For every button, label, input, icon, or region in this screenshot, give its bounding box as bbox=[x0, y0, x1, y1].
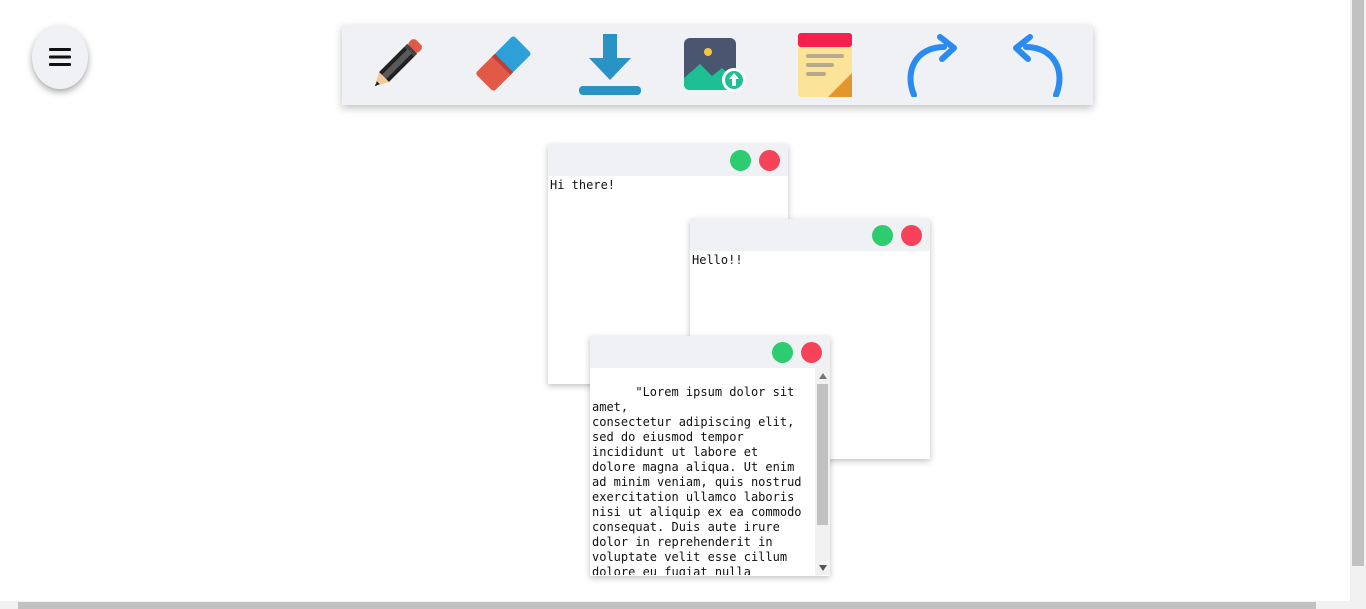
pencil-icon bbox=[374, 39, 422, 87]
note-header[interactable] bbox=[690, 219, 930, 251]
note-close-button[interactable] bbox=[901, 225, 922, 246]
undo-icon bbox=[1013, 34, 1063, 97]
note-text-area[interactable]: Hi there! bbox=[548, 176, 788, 195]
sticky-note-window[interactable]: "Lorem ipsum dolor sit amet, consectetur… bbox=[590, 336, 830, 576]
note-text-area[interactable]: "Lorem ipsum dolor sit amet, consectetur… bbox=[590, 368, 830, 575]
note-header[interactable] bbox=[548, 144, 788, 176]
page-horizontal-scrollbar-thumb[interactable] bbox=[18, 602, 1316, 609]
note-color-button[interactable] bbox=[772, 342, 793, 363]
toolbar bbox=[342, 25, 1093, 105]
note-scrollbar[interactable] bbox=[815, 368, 830, 575]
note-color-button[interactable] bbox=[872, 225, 893, 246]
note-close-button[interactable] bbox=[801, 342, 822, 363]
scrollbar-thumb[interactable] bbox=[817, 384, 828, 525]
download-icon bbox=[579, 34, 641, 95]
eraser-icon bbox=[476, 36, 531, 91]
note-close-button[interactable] bbox=[759, 150, 780, 171]
image-upload-button[interactable] bbox=[680, 32, 748, 98]
sticky-note-button[interactable] bbox=[790, 32, 858, 98]
menu-button[interactable] bbox=[32, 25, 88, 89]
note-header[interactable] bbox=[590, 336, 830, 368]
note-text-area[interactable]: Hello!! bbox=[690, 251, 930, 270]
page-vertical-scrollbar-thumb[interactable] bbox=[1352, 0, 1364, 566]
page-horizontal-scrollbar[interactable] bbox=[0, 601, 1366, 609]
note-color-button[interactable] bbox=[730, 150, 751, 171]
undo-button[interactable] bbox=[1004, 32, 1072, 98]
whiteboard-canvas[interactable]: Hi there! Hello!! "Lorem ipsum dolor sit… bbox=[0, 0, 1366, 609]
scroll-down-arrow-icon[interactable] bbox=[815, 560, 830, 575]
image-upload-icon bbox=[684, 38, 746, 92]
sticky-note-icon bbox=[798, 33, 852, 97]
redo-icon bbox=[907, 34, 957, 97]
eraser-tool-button[interactable] bbox=[468, 32, 536, 98]
redo-button[interactable] bbox=[898, 32, 966, 98]
download-button[interactable] bbox=[576, 32, 644, 98]
page-vertical-scrollbar[interactable] bbox=[1350, 0, 1366, 601]
scroll-up-arrow-icon[interactable] bbox=[815, 368, 830, 383]
hamburger-icon bbox=[49, 48, 71, 66]
pencil-tool-button[interactable] bbox=[362, 32, 430, 98]
note-text: "Lorem ipsum dolor sit amet, consectetur… bbox=[592, 385, 802, 575]
